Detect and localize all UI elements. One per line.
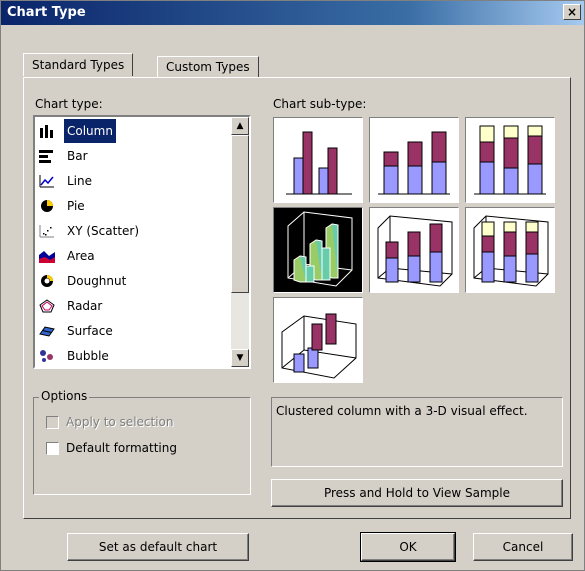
radar-chart-icon xyxy=(39,299,55,313)
bar-chart-icon xyxy=(39,150,53,163)
scatter-chart-icon xyxy=(39,225,54,238)
list-item-label: Surface xyxy=(67,324,113,338)
chart-subtype-label: Chart sub-type: xyxy=(273,97,367,111)
apply-to-selection-checkbox[interactable] xyxy=(46,416,59,429)
3d-percent-stacked-column-icon xyxy=(473,215,549,287)
list-item-label: Line xyxy=(67,174,93,188)
default-formatting-checkbox[interactable] xyxy=(46,442,59,455)
dialog-title: Chart Type xyxy=(7,5,86,20)
list-item-pie[interactable]: Pie xyxy=(37,194,233,218)
list-item-label: Area xyxy=(67,249,95,263)
press-and-hold-button[interactable]: Press and Hold to View Sample xyxy=(271,479,563,507)
set-default-chart-button[interactable]: Set as default chart xyxy=(67,533,249,561)
tab-custom-types[interactable]: Custom Types xyxy=(157,56,259,77)
percent-stacked-column-icon xyxy=(474,125,546,195)
chart-type-dialog: Chart Type × Standard Types Custom Types… xyxy=(0,0,585,571)
column-chart-icon xyxy=(40,125,53,138)
list-item-bubble[interactable]: Bubble xyxy=(37,344,233,368)
3d-column-icon xyxy=(281,313,357,379)
list-item-area[interactable]: Area xyxy=(37,244,233,268)
title-bar[interactable]: Chart Type × xyxy=(1,1,584,25)
bubble-chart-icon xyxy=(40,350,53,362)
subtype-stacked-column[interactable] xyxy=(369,117,459,203)
pie-chart-icon xyxy=(41,200,53,212)
scroll-down-button[interactable]: ▼ xyxy=(231,349,249,367)
stacked-column-icon xyxy=(378,131,450,195)
subtype-description: Clustered column with a 3-D visual effec… xyxy=(271,397,563,467)
list-item-bar[interactable]: Bar xyxy=(37,144,233,168)
subtype-clustered-column[interactable] xyxy=(273,117,363,203)
apply-to-selection-label: Apply to selection xyxy=(66,415,174,429)
list-item-label: Bar xyxy=(67,149,88,163)
cancel-button[interactable]: Cancel xyxy=(473,533,573,561)
surface-chart-icon xyxy=(39,326,55,337)
scroll-thumb[interactable] xyxy=(231,135,249,293)
list-item-column[interactable]: Column xyxy=(37,119,233,143)
chart-type-list[interactable]: Column Bar Line Pie XY (Scatter) Area Do… xyxy=(33,115,251,369)
area-chart-icon xyxy=(39,251,55,263)
list-item-label: Doughnut xyxy=(67,274,127,288)
subtype-3d-column[interactable] xyxy=(273,297,363,383)
list-item-line[interactable]: Line xyxy=(37,169,233,193)
description-text: Clustered column with a 3-D visual effec… xyxy=(276,404,528,418)
list-item-label: Bubble xyxy=(67,349,109,363)
3d-clustered-column-icon xyxy=(287,211,353,287)
list-scrollbar[interactable]: ▲ ▼ xyxy=(231,117,249,367)
subtype-3d-clustered-column[interactable] xyxy=(273,207,363,293)
subtype-3d-stacked-column[interactable] xyxy=(369,207,459,293)
doughnut-chart-icon xyxy=(41,275,53,287)
chart-type-label: Chart type: xyxy=(35,97,103,111)
subtype-100-stacked-column[interactable] xyxy=(465,117,555,203)
list-item-doughnut[interactable]: Doughnut xyxy=(37,269,233,293)
subtype-3d-100-stacked-column[interactable] xyxy=(465,207,555,293)
list-item-label: Column xyxy=(64,119,116,143)
ok-button[interactable]: OK xyxy=(360,532,456,562)
list-item-label: Radar xyxy=(67,299,103,313)
list-item-radar[interactable]: Radar xyxy=(37,294,233,318)
tab-standard-types[interactable]: Standard Types xyxy=(23,53,134,76)
scroll-up-button[interactable]: ▲ xyxy=(231,117,249,135)
options-label: Options xyxy=(39,389,90,403)
list-item-scatter[interactable]: XY (Scatter) xyxy=(37,219,233,243)
list-item-label: Pie xyxy=(67,199,85,213)
3d-stacked-column-icon xyxy=(377,215,453,287)
line-chart-icon xyxy=(39,175,54,188)
list-item-surface[interactable]: Surface xyxy=(37,319,233,343)
close-button[interactable]: × xyxy=(563,4,581,20)
list-item-label: XY (Scatter) xyxy=(67,224,140,238)
default-formatting-label: Default formatting xyxy=(66,441,177,455)
clustered-column-icon xyxy=(286,131,352,195)
